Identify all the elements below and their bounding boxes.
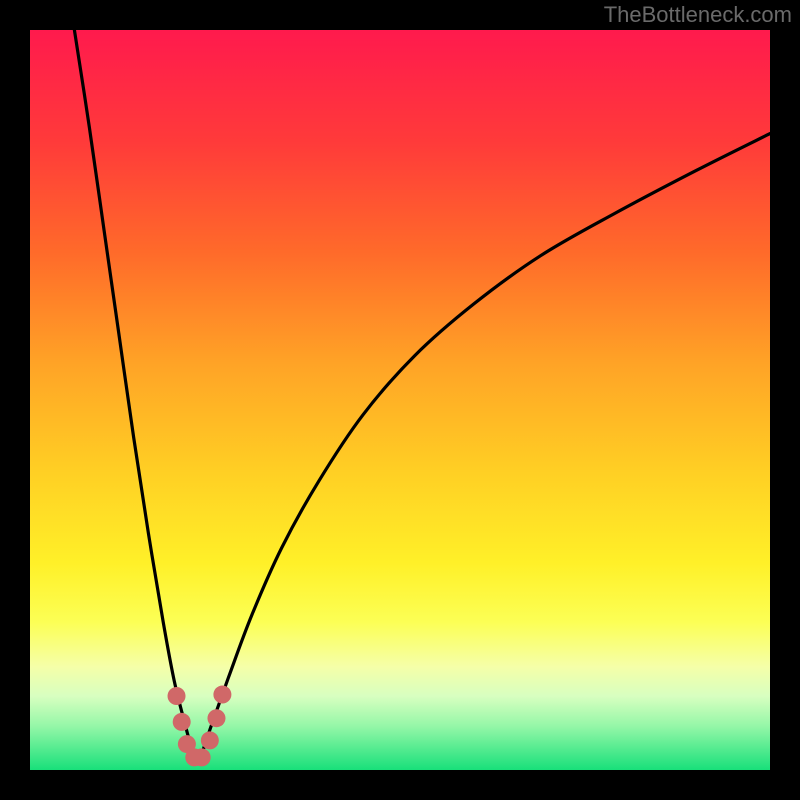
cusp-dot [173, 713, 191, 731]
chart-frame: TheBottleneck.com [0, 0, 800, 800]
right-branch-path [200, 134, 770, 759]
cusp-dots [168, 686, 232, 767]
cusp-dot [213, 686, 231, 704]
cusp-dot [193, 748, 211, 766]
cusp-dot [207, 709, 225, 727]
curves-layer [30, 30, 770, 770]
left-branch-path [74, 30, 194, 759]
watermark-text: TheBottleneck.com [604, 2, 792, 28]
cusp-dot [168, 687, 186, 705]
cusp-dot [201, 731, 219, 749]
